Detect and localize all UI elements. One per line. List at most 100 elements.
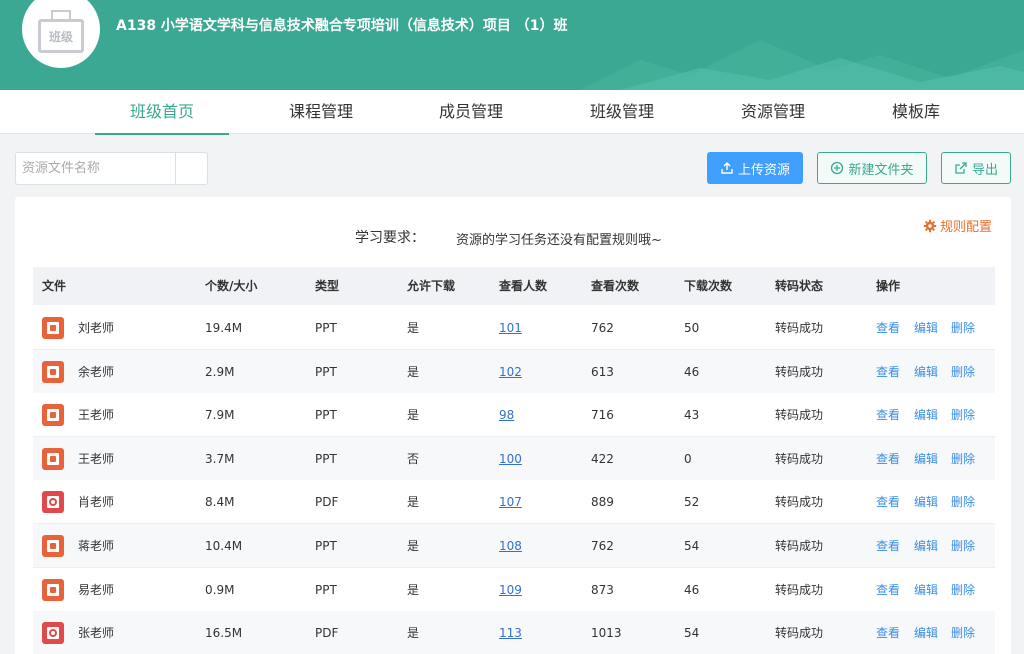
delete-button[interactable]: 删除 bbox=[951, 393, 975, 437]
delete-button[interactable]: 删除 bbox=[951, 350, 975, 394]
file-size: 19.4M bbox=[205, 321, 243, 335]
file-type: PPT bbox=[315, 321, 337, 335]
ppt-file-icon bbox=[42, 360, 64, 383]
delete-button[interactable]: 删除 bbox=[951, 524, 975, 568]
delete-button[interactable]: 删除 bbox=[951, 611, 975, 654]
tab-class-home[interactable]: 班级首页 bbox=[95, 90, 229, 135]
download-count: 0 bbox=[684, 451, 692, 466]
transcode-status: 转码成功 bbox=[775, 364, 824, 379]
transcode-status: 转码成功 bbox=[775, 321, 824, 335]
tab-class-management[interactable]: 班级管理 bbox=[555, 90, 689, 134]
tab-member-management[interactable]: 成员管理 bbox=[404, 90, 538, 134]
column-header-file: 文件 bbox=[42, 279, 67, 293]
edit-button[interactable]: 编辑 bbox=[914, 306, 938, 350]
view-count: 716 bbox=[591, 408, 614, 423]
column-header-viewers: 查看人数 bbox=[499, 279, 548, 293]
search-input[interactable] bbox=[16, 153, 176, 184]
file-name: 余老师 bbox=[78, 364, 115, 379]
ppt-file-icon bbox=[42, 578, 64, 601]
view-count: 613 bbox=[591, 364, 614, 379]
file-name: 王老师 bbox=[78, 451, 115, 466]
edit-button[interactable]: 编辑 bbox=[914, 350, 938, 394]
view-count: 762 bbox=[591, 539, 614, 553]
table-row: 余老师 2.9M PPT 是 102 613 46 转码成功 查看 编辑 删除 bbox=[33, 349, 995, 394]
viewer-count-link[interactable]: 100 bbox=[499, 437, 522, 481]
download-count: 54 bbox=[684, 626, 700, 641]
view-button[interactable]: 查看 bbox=[876, 524, 900, 568]
ppt-file-icon bbox=[42, 535, 64, 557]
upload-resource-button[interactable]: 上传资源 bbox=[707, 152, 803, 184]
edit-button[interactable]: 编辑 bbox=[914, 568, 938, 612]
search-button[interactable] bbox=[175, 153, 207, 184]
table-header: 文件 个数/大小 类型 允许下载 查看人数 查看次数 下载次数 转码状态 操作 bbox=[33, 267, 995, 305]
learning-requirement-label: 学习要求： bbox=[355, 230, 425, 246]
tab-template-library[interactable]: 模板库 bbox=[849, 90, 983, 134]
edit-button[interactable]: 编辑 bbox=[914, 480, 938, 524]
delete-button[interactable]: 删除 bbox=[951, 480, 975, 524]
tab-course-management[interactable]: 课程管理 bbox=[254, 90, 388, 134]
edit-button[interactable]: 编辑 bbox=[914, 524, 938, 568]
delete-button[interactable]: 删除 bbox=[951, 306, 975, 350]
column-header-transcode-status: 转码状态 bbox=[775, 279, 824, 293]
view-button[interactable]: 查看 bbox=[876, 393, 900, 437]
download-count: 46 bbox=[684, 364, 700, 379]
file-name: 张老师 bbox=[78, 626, 115, 641]
view-count: 873 bbox=[591, 582, 614, 597]
column-header-type: 类型 bbox=[315, 279, 340, 293]
transcode-status: 转码成功 bbox=[775, 495, 824, 510]
pdf-file-icon-glyph bbox=[47, 627, 59, 640]
upload-icon bbox=[721, 162, 733, 174]
column-header-downloads: 下载次数 bbox=[684, 279, 733, 293]
view-button[interactable]: 查看 bbox=[876, 568, 900, 612]
file-type: PDF bbox=[315, 626, 339, 641]
rules-config-button[interactable]: 规则配置 bbox=[923, 216, 992, 235]
edit-button[interactable]: 编辑 bbox=[914, 393, 938, 437]
transcode-status: 转码成功 bbox=[775, 626, 824, 641]
delete-button[interactable]: 删除 bbox=[951, 437, 975, 481]
file-name: 易老师 bbox=[78, 582, 115, 597]
view-button[interactable]: 查看 bbox=[876, 611, 900, 654]
viewer-count-link[interactable]: 98 bbox=[499, 393, 514, 437]
viewer-count-link[interactable]: 101 bbox=[499, 306, 522, 350]
pdf-file-icon bbox=[42, 491, 64, 514]
transcode-status: 转码成功 bbox=[775, 582, 824, 597]
tab-resource-management[interactable]: 资源管理 bbox=[706, 90, 840, 134]
edit-button[interactable]: 编辑 bbox=[914, 437, 938, 481]
view-button[interactable]: 查看 bbox=[876, 480, 900, 524]
file-size: 0.9M bbox=[205, 582, 235, 597]
viewer-count-link[interactable]: 102 bbox=[499, 350, 522, 394]
export-icon bbox=[955, 162, 967, 174]
new-folder-button[interactable]: 新建文件夹 bbox=[817, 152, 927, 184]
view-button[interactable]: 查看 bbox=[876, 350, 900, 394]
new-folder-label: 新建文件夹 bbox=[848, 162, 914, 178]
allow-download: 是 bbox=[407, 408, 420, 423]
table-row: 王老师 7.9M PPT 是 98 716 43 转码成功 查看 编辑 删除 bbox=[33, 393, 995, 438]
download-count: 54 bbox=[684, 539, 700, 553]
edit-button[interactable]: 编辑 bbox=[914, 611, 938, 654]
column-header-size: 个数/大小 bbox=[205, 279, 258, 293]
viewer-count-link[interactable]: 113 bbox=[499, 611, 522, 654]
viewer-count-link[interactable]: 107 bbox=[499, 480, 522, 524]
allow-download: 是 bbox=[407, 582, 420, 597]
delete-button[interactable]: 删除 bbox=[951, 568, 975, 612]
column-header-actions: 操作 bbox=[876, 279, 901, 293]
download-count: 50 bbox=[684, 321, 700, 335]
table-row: 易老师 0.9M PPT 是 109 873 46 转码成功 查看 编辑 删除 bbox=[33, 567, 995, 612]
allow-download: 是 bbox=[407, 321, 420, 335]
transcode-status: 转码成功 bbox=[775, 539, 824, 553]
export-button[interactable]: 导出 bbox=[941, 152, 1011, 184]
class-logo-sign: 班级 bbox=[38, 19, 84, 53]
file-name: 肖老师 bbox=[78, 495, 115, 510]
view-button[interactable]: 查看 bbox=[876, 306, 900, 350]
viewer-count-link[interactable]: 108 bbox=[499, 524, 522, 568]
view-count: 422 bbox=[591, 451, 614, 466]
download-count: 52 bbox=[684, 495, 700, 510]
export-label: 导出 bbox=[971, 162, 998, 178]
view-button[interactable]: 查看 bbox=[876, 437, 900, 481]
allow-download: 是 bbox=[407, 626, 420, 641]
upload-resource-label: 上传资源 bbox=[737, 162, 790, 178]
header-banner: 班级 A138 小学语文学科与信息技术融合专项培训（信息技术）项目 （1）班 bbox=[0, 0, 1024, 90]
view-count: 1013 bbox=[591, 626, 622, 641]
file-size: 16.5M bbox=[205, 626, 243, 641]
viewer-count-link[interactable]: 109 bbox=[499, 568, 522, 612]
